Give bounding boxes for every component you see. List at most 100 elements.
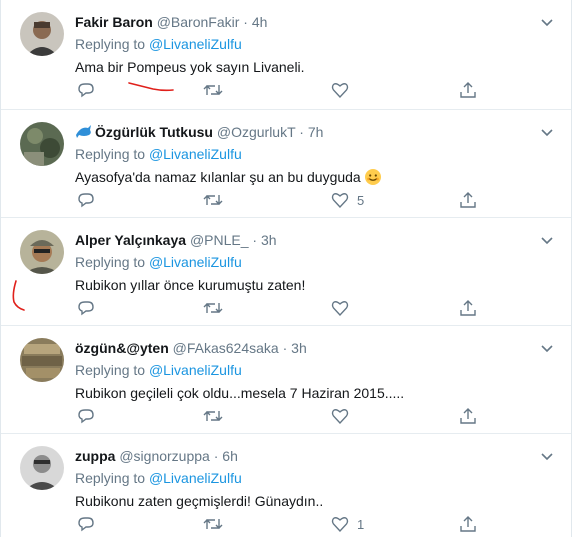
tweet-header: Fakir Baron @BaronFakir · 4h xyxy=(75,12,531,32)
reply-icon xyxy=(78,83,94,98)
user-handle[interactable]: @PNLE_ xyxy=(190,232,249,248)
like-button[interactable] xyxy=(331,298,357,318)
retweet-icon xyxy=(203,85,223,95)
tweet[interactable]: Fakir Baron @BaronFakir · 4h Replying to… xyxy=(1,0,571,110)
replying-to: Replying to @LivaneliZulfu xyxy=(75,360,242,380)
reply-button[interactable] xyxy=(77,190,95,210)
timestamp[interactable]: 4h xyxy=(252,14,268,30)
like-count: 5 xyxy=(357,192,365,208)
tweet-text: Rubikon yıllar önce kurumuştu zaten! xyxy=(75,277,306,293)
avatar[interactable] xyxy=(20,230,64,274)
reply-icon xyxy=(78,409,94,424)
tweet-text-wrap: Ayasofya'da namaz kılanlar şu an bu duyg… xyxy=(75,167,381,187)
mention-link[interactable]: @LivaneliZulfu xyxy=(149,36,242,52)
display-name[interactable]: zuppa xyxy=(75,448,115,464)
chevron-down-icon[interactable] xyxy=(539,448,555,464)
tweet[interactable]: zuppa @signorzuppa · 6h Replying to @Liv… xyxy=(1,434,571,537)
reply-button[interactable] xyxy=(77,514,95,534)
replying-to: Replying to @LivaneliZulfu xyxy=(75,34,242,54)
mention-link[interactable]: @LivaneliZulfu xyxy=(149,254,242,270)
reply-thread: Fakir Baron @BaronFakir · 4h Replying to… xyxy=(0,0,572,537)
share-icon xyxy=(460,408,476,424)
avatar[interactable] xyxy=(20,122,64,166)
share-button[interactable] xyxy=(459,514,477,534)
share-icon xyxy=(460,300,476,316)
retweet-icon xyxy=(203,519,223,529)
reply-icon xyxy=(78,517,94,532)
timestamp[interactable]: 6h xyxy=(222,448,238,464)
share-button[interactable] xyxy=(459,406,477,426)
tweet-header: Alper Yalçınkaya @PNLE_ · 3h xyxy=(75,230,531,250)
separator-dot: · xyxy=(299,124,304,140)
like-button[interactable] xyxy=(331,80,357,100)
chevron-down-icon[interactable] xyxy=(539,124,555,140)
replying-prefix: Replying to xyxy=(75,470,146,486)
like-button[interactable]: 1 xyxy=(331,514,364,534)
smiling-face-emoji xyxy=(364,169,381,185)
avatar[interactable] xyxy=(20,338,64,382)
mention-link[interactable]: @LivaneliZulfu xyxy=(149,362,242,378)
display-name[interactable]: özgün&@yten xyxy=(75,340,169,356)
like-icon xyxy=(331,301,349,317)
reply-button[interactable] xyxy=(77,406,95,426)
reply-button[interactable] xyxy=(77,80,95,100)
display-name[interactable]: Fakir Baron xyxy=(75,14,153,30)
separator-dot: · xyxy=(282,340,288,356)
share-button[interactable] xyxy=(459,298,477,318)
share-icon xyxy=(460,82,476,98)
chevron-down-icon[interactable] xyxy=(539,340,555,356)
replying-prefix: Replying to xyxy=(75,362,146,378)
dolphin-icon xyxy=(76,125,91,138)
tweet[interactable]: Özgürlük Tutkusu @OzgurlukT · 7h Replyin… xyxy=(1,110,571,218)
chevron-down-icon[interactable] xyxy=(539,232,555,248)
reply-icon xyxy=(78,193,94,208)
retweet-button[interactable] xyxy=(203,80,223,100)
tweet[interactable]: özgün&@yten @FAkas624saka · 3h Replying … xyxy=(1,326,571,434)
retweet-button[interactable] xyxy=(203,406,223,426)
separator-dot: · xyxy=(243,14,248,30)
timestamp[interactable]: 7h xyxy=(308,124,324,140)
tweet-header: Özgürlük Tutkusu @OzgurlukT · 7h xyxy=(75,122,531,142)
timestamp[interactable]: 3h xyxy=(261,232,277,248)
like-icon xyxy=(331,193,349,209)
like-button[interactable]: 5 xyxy=(331,190,364,210)
replying-prefix: Replying to xyxy=(75,146,146,162)
chevron-down-icon[interactable] xyxy=(539,14,555,30)
user-handle[interactable]: @OzgurlukT xyxy=(217,124,296,140)
like-button[interactable] xyxy=(331,406,357,426)
tweet-text: Ayasofya'da namaz kılanlar şu an bu duyg… xyxy=(75,169,361,185)
user-handle[interactable]: @BaronFakir xyxy=(157,14,240,30)
mention-link[interactable]: @LivaneliZulfu xyxy=(149,146,242,162)
user-handle[interactable]: @signorzuppa xyxy=(119,448,210,464)
retweet-button[interactable] xyxy=(203,298,223,318)
tweet-actions: 1 xyxy=(75,514,495,534)
mention-link[interactable]: @LivaneliZulfu xyxy=(149,470,242,486)
tweet-header: zuppa @signorzuppa · 6h xyxy=(75,446,531,466)
avatar[interactable] xyxy=(20,446,64,490)
display-name[interactable]: Özgürlük Tutkusu xyxy=(95,124,213,140)
retweet-icon xyxy=(203,195,223,205)
user-handle[interactable]: @FAkas624saka xyxy=(173,340,279,356)
share-button[interactable] xyxy=(459,80,477,100)
retweet-button[interactable] xyxy=(203,514,223,534)
share-icon xyxy=(460,516,476,532)
like-icon xyxy=(331,517,349,533)
reply-button[interactable] xyxy=(77,298,95,318)
share-button[interactable] xyxy=(459,190,477,210)
replying-to: Replying to @LivaneliZulfu xyxy=(75,468,242,488)
separator-dot: · xyxy=(252,232,258,248)
tweet-actions xyxy=(75,298,495,318)
tweet-header: özgün&@yten @FAkas624saka · 3h xyxy=(75,338,531,358)
display-name[interactable]: Alper Yalçınkaya xyxy=(75,232,186,248)
retweet-icon xyxy=(203,303,223,313)
tweet-actions: 5 xyxy=(75,190,495,210)
like-icon xyxy=(331,409,349,425)
avatar[interactable] xyxy=(20,12,64,56)
timestamp[interactable]: 3h xyxy=(291,340,307,356)
share-icon xyxy=(460,192,476,208)
like-count: 1 xyxy=(357,516,365,532)
retweet-icon xyxy=(203,411,223,421)
replying-to: Replying to @LivaneliZulfu xyxy=(75,144,242,164)
tweet[interactable]: Alper Yalçınkaya @PNLE_ · 3h Replying to… xyxy=(1,218,571,326)
retweet-button[interactable] xyxy=(203,190,223,210)
